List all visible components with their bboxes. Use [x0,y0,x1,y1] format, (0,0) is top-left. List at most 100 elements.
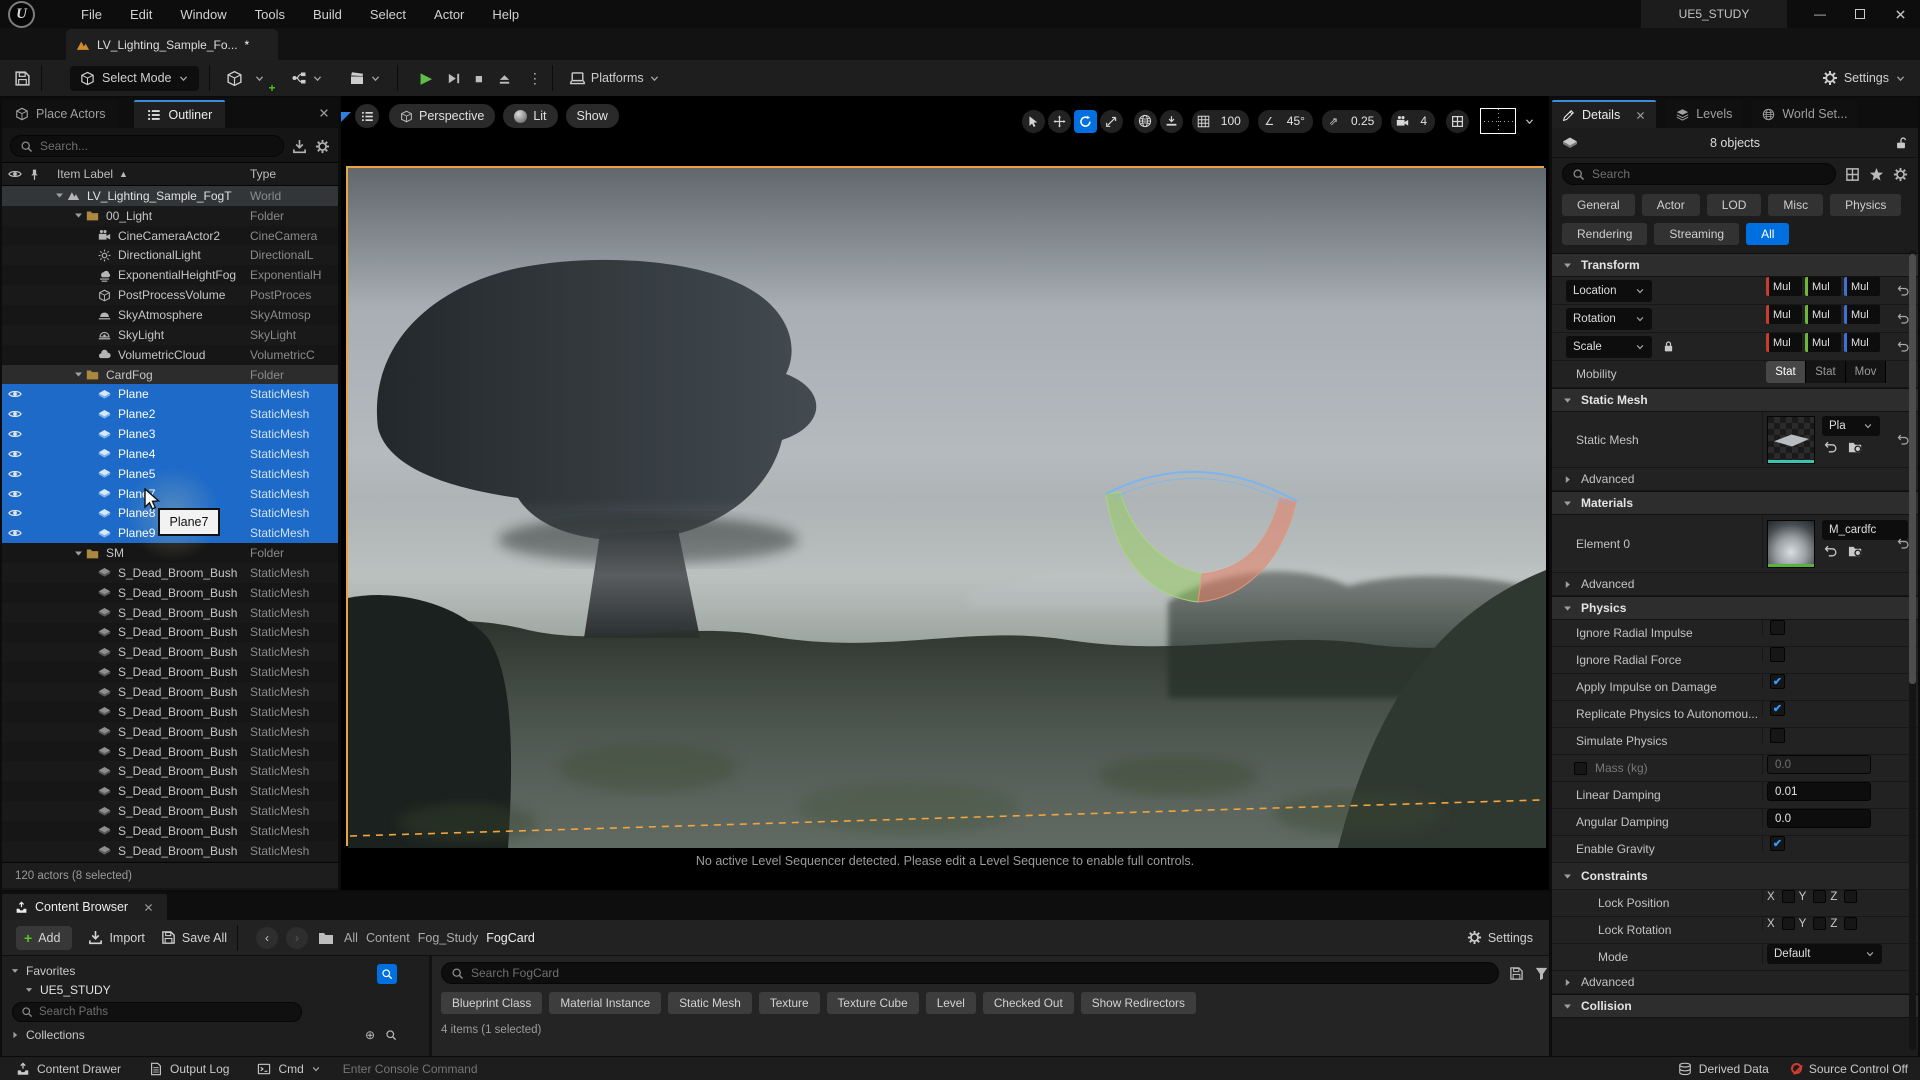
asset-filter-chip[interactable]: Checked Out [983,992,1074,1014]
source-control-button[interactable]: Source Control Off [1791,1062,1908,1076]
camera-speed-button[interactable] [1391,110,1414,133]
filter-chip[interactable]: Streaming [1654,223,1739,245]
forward-button[interactable]: › [286,927,308,949]
surface-snap-button[interactable] [1160,110,1183,133]
filter-chip[interactable]: LOD [1707,194,1762,216]
favorites-star-icon[interactable] [1869,167,1884,182]
section-collision[interactable]: Collision [1552,994,1918,1018]
menu-item[interactable]: Window [168,2,238,27]
outliner-row[interactable]: SM Folder [2,543,338,563]
angular-damping-field[interactable]: 0.0 [1767,809,1871,828]
viewport-layout-button[interactable] [1446,110,1469,133]
minimize-button[interactable]: — [1800,0,1840,28]
asset-filter-chip[interactable]: Static Mesh [668,992,752,1014]
outliner-row[interactable]: Plane StaticMesh [2,384,338,404]
add-button[interactable]: + Add [16,926,72,950]
eye-column-icon[interactable] [2,167,28,181]
lock-z-checkbox[interactable]: ✔ [1844,917,1857,930]
outliner-row[interactable]: Plane3 StaticMesh [2,424,338,444]
stop-button[interactable]: ■ [475,71,483,86]
breadcrumb-item[interactable]: Fog_Study [418,931,478,945]
visibility-eye-icon[interactable] [2,387,28,401]
layout-preview-button[interactable] [1480,108,1516,134]
mode-dropdown[interactable]: Default [1767,944,1882,964]
import-button[interactable]: Import [88,930,144,945]
asset-filter-chip[interactable]: Blueprint Class [441,992,542,1014]
outliner-row[interactable]: S_Dead_Broom_Bush StaticMesh [2,603,338,623]
grid-snap-button[interactable] [1192,110,1215,133]
outliner-row[interactable]: S_Dead_Broom_Bush StaticMesh [2,821,338,841]
lock-x-checkbox[interactable]: ✔ [1782,917,1795,930]
location-x-field[interactable]: Mul [1766,277,1802,296]
location-dropdown[interactable]: Location [1566,280,1652,302]
rotation-x-field[interactable]: Mul [1766,305,1802,324]
settings-dropdown[interactable]: Settings [1822,70,1906,86]
output-log-button[interactable]: Output Log [149,1062,229,1076]
column-type[interactable]: Type [250,167,276,181]
scale-snap-value[interactable]: 0.25 [1343,110,1382,133]
filter-chip[interactable]: Misc [1768,194,1823,216]
details-search-input[interactable] [1592,167,1826,181]
rotation-z-field[interactable]: Mul [1844,305,1880,324]
lock-z-checkbox[interactable]: ✔ [1844,890,1857,903]
derived-data-button[interactable]: Derived Data [1678,1062,1769,1076]
rotation-dropdown[interactable]: Rotation [1566,308,1652,330]
lock-y-checkbox[interactable]: ✔ [1813,890,1826,903]
row-advanced-materials[interactable]: Advanced [1552,573,1918,596]
menu-item[interactable]: File [69,2,114,27]
menu-item[interactable]: Help [480,2,531,27]
select-mode-dropdown[interactable]: Select Mode [70,66,199,91]
browse-to-asset-icon[interactable] [1848,544,1863,559]
details-settings-icon[interactable] [1893,167,1908,182]
cb-search[interactable] [441,962,1499,984]
grid-snap-value[interactable]: 100 [1213,110,1249,133]
expand-caret-icon[interactable] [73,548,84,559]
outliner-row[interactable]: Plane5 StaticMesh [2,464,338,484]
outliner-row[interactable]: SkyAtmosphere SkyAtmosp [2,305,338,325]
static-mesh-thumbnail[interactable] [1767,416,1815,464]
perspective-dropdown[interactable]: Perspective [389,104,495,128]
row-advanced-mesh[interactable]: Advanced [1552,468,1918,491]
filter-chip[interactable]: Actor [1642,194,1700,216]
outliner-row[interactable]: S_Dead_Broom_Bush StaticMesh [2,841,338,861]
override-checkbox[interactable]: ✔ [1574,762,1587,775]
lock-x-checkbox[interactable]: ✔ [1782,890,1795,903]
select-tool-button[interactable] [1022,110,1045,133]
outliner-settings-icon[interactable] [315,139,330,154]
camera-speed-value[interactable]: 4 [1412,110,1435,133]
outliner-row[interactable]: S_Dead_Broom_Bush StaticMesh [2,761,338,781]
outliner-row[interactable]: Plane7 StaticMesh [2,484,338,504]
checkbox[interactable]: ✔ [1770,728,1785,743]
rotation-snap-button[interactable]: ∠ [1258,110,1281,133]
asset-filter-chip[interactable]: Material Instance [549,992,661,1014]
section-physics[interactable]: Physics [1552,596,1918,620]
show-dropdown[interactable]: Show [566,104,619,128]
project-root-row[interactable]: UE5_STUDY [10,980,421,999]
checkbox[interactable]: ✔ [1770,647,1785,662]
scale-tool-button[interactable] [1100,110,1123,133]
content-drawer-button[interactable]: Content Drawer [16,1062,121,1076]
new-item-icon[interactable] [292,139,307,154]
breadcrumb-item[interactable]: FogCard [486,931,535,945]
outliner-row[interactable]: SkyLight SkyLight [2,325,338,345]
viewport-render[interactable] [346,166,1544,846]
tab-world-settings[interactable]: World Set... [1752,100,1857,128]
mobility-option[interactable]: Stat [1766,361,1806,383]
expand-caret-icon[interactable] [73,369,84,380]
lock-y-checkbox[interactable]: ✔ [1813,917,1826,930]
details-scrollbar-thumb[interactable] [1909,254,1916,684]
close-panel-icon[interactable] [318,105,330,119]
outliner-search-input[interactable] [40,139,274,153]
folder-icon[interactable] [318,930,334,946]
outliner-row[interactable]: S_Dead_Broom_Bush StaticMesh [2,662,338,682]
cb-settings-dropdown[interactable]: Settings [1467,930,1533,945]
outliner-row[interactable]: S_Dead_Broom_Bush StaticMesh [2,682,338,702]
outliner-row[interactable]: LV_Lighting_Sample_FogT World [2,186,338,206]
outliner-row[interactable]: S_Dead_Broom_Bush StaticMesh [2,801,338,821]
section-transform[interactable]: Transform [1552,253,1918,277]
back-button[interactable]: ‹ [256,927,278,949]
save-all-button[interactable]: Save All [161,930,227,945]
mobility-option[interactable]: Stat [1806,361,1846,383]
section-static-mesh[interactable]: Static Mesh [1552,388,1918,412]
menu-item[interactable]: Select [358,2,418,27]
